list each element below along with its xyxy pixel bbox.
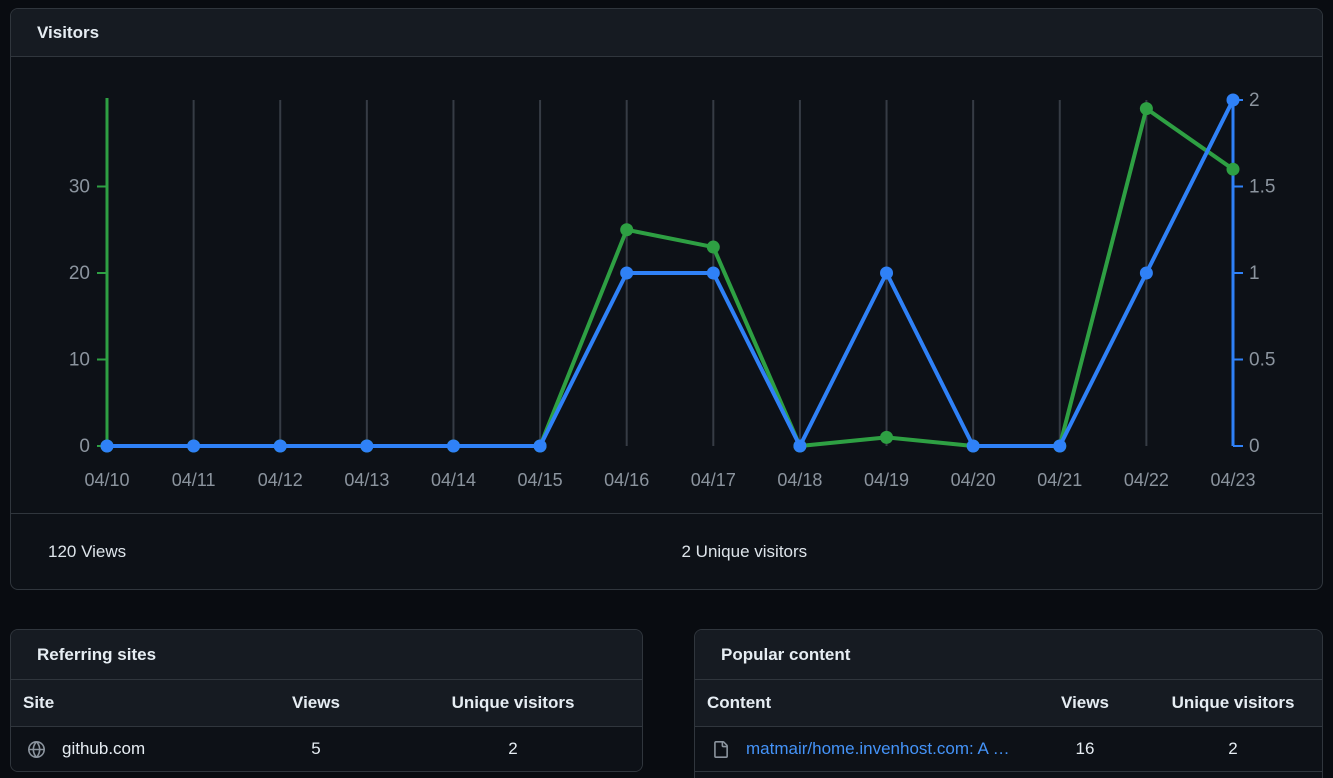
left-axis-tick-label: 10 [69, 350, 90, 371]
x-axis-date-label: 04/10 [84, 470, 129, 490]
unique-visitors-point[interactable] [620, 267, 633, 280]
unique-visitors-point[interactable] [1227, 94, 1240, 107]
popular-content-views: 16 [1026, 739, 1144, 759]
x-axis-date-label: 04/16 [604, 470, 649, 490]
column-header-unique-visitors: Unique visitors [384, 693, 642, 713]
popular-content-header: Popular content [695, 630, 1322, 680]
column-header-site: Site [11, 693, 248, 713]
unique-visitors-point[interactable] [447, 440, 460, 453]
column-header-content: Content [695, 693, 1026, 713]
views-point[interactable] [620, 223, 633, 236]
visitors-card-header: Visitors [11, 9, 1322, 57]
x-axis-date-label: 04/11 [172, 470, 216, 490]
unique-visitors-point[interactable] [793, 440, 806, 453]
visitors-chart-svg[interactable]: 0 10 20 30 0 0.5 1 1.5 2 04/10 04/11 04/12 04/13 04/1… [11, 57, 1322, 513]
referring-site-name: github.com [62, 739, 145, 759]
right-axis-tick-label: 0 [1249, 436, 1260, 457]
column-header-views: Views [248, 693, 384, 713]
left-axis-tick-label: 30 [69, 177, 90, 198]
visitors-title: Visitors [37, 23, 99, 43]
popular-content-link[interactable]: matmair/home.invenhost.com: A … [746, 739, 1010, 759]
x-axis-date-label: 04/15 [518, 470, 563, 490]
unique-visitors-point[interactable] [534, 440, 547, 453]
right-axis-tick-label: 0.5 [1249, 350, 1275, 371]
popular-content-row-cutoff [695, 772, 1322, 778]
unique-visitors-point[interactable] [707, 267, 720, 280]
popular-content-table-header: Content Views Unique visitors [695, 680, 1322, 727]
x-axis-date-label: 04/18 [777, 470, 822, 490]
right-axis-tick-label: 1 [1249, 263, 1260, 284]
unique-visitors-point[interactable] [1053, 440, 1066, 453]
views-point[interactable] [880, 431, 893, 444]
referring-site-row: github.com 5 2 [11, 727, 642, 772]
views-point[interactable] [1140, 102, 1153, 115]
right-axis-tick-label: 2 [1249, 90, 1260, 111]
x-axis-date-label: 04/17 [691, 470, 736, 490]
x-axis-date-label: 04/13 [344, 470, 389, 490]
x-axis-date-label: 04/21 [1037, 470, 1082, 490]
views-line [107, 109, 1233, 446]
x-axis-date-label: 04/14 [431, 470, 476, 490]
unique-visitors-point[interactable] [101, 440, 114, 453]
x-axis-date-label: 04/19 [864, 470, 909, 490]
unique-visitors-point[interactable] [187, 440, 200, 453]
popular-content-title: Popular content [721, 645, 850, 665]
referring-site-unique-visitors: 2 [384, 739, 642, 759]
visitors-card: Visitors 0 10 20 30 0 0.5 1 1.5 2 04/10 04/11 04/12… [10, 8, 1323, 590]
popular-content-row: matmair/home.invenhost.com: A … 16 2 [695, 727, 1322, 772]
unique-visitors-point[interactable] [967, 440, 980, 453]
views-point[interactable] [1227, 163, 1240, 176]
total-views-label: 120 Views [11, 542, 667, 562]
total-unique-visitors-label: 2 Unique visitors [667, 542, 1323, 562]
left-axis-tick-label: 20 [69, 263, 90, 284]
x-axis-date-label: 04/22 [1124, 470, 1169, 490]
right-axis-tick-label: 1.5 [1249, 177, 1275, 198]
globe-icon [28, 741, 45, 758]
x-axis-date-label: 04/20 [951, 470, 996, 490]
popular-content-unique-visitors: 2 [1144, 739, 1322, 759]
left-axis-tick-label: 0 [79, 436, 90, 457]
referring-site-views: 5 [248, 739, 384, 759]
referring-sites-header: Referring sites [11, 630, 642, 680]
referring-sites-table-header: Site Views Unique visitors [11, 680, 642, 727]
file-icon [712, 741, 729, 758]
popular-content-card: Popular content Content Views Unique vis… [694, 629, 1323, 778]
column-header-unique-visitors: Unique visitors [1144, 693, 1322, 713]
referring-sites-card: Referring sites Site Views Unique visito… [10, 629, 643, 772]
x-axis-date-label: 04/12 [258, 470, 303, 490]
unique-visitors-line [107, 100, 1233, 446]
referring-sites-title: Referring sites [37, 645, 156, 665]
unique-visitors-point[interactable] [1140, 267, 1153, 280]
views-point[interactable] [707, 241, 720, 254]
x-axis-date-label: 04/23 [1210, 470, 1255, 490]
unique-visitors-point[interactable] [274, 440, 287, 453]
visitors-chart[interactable]: 0 10 20 30 0 0.5 1 1.5 2 04/10 04/11 04/12 04/13 04/1… [11, 57, 1322, 513]
column-header-views: Views [1026, 693, 1144, 713]
unique-visitors-point[interactable] [360, 440, 373, 453]
visitors-chart-footer: 120 Views 2 Unique visitors [11, 513, 1322, 589]
unique-visitors-point[interactable] [880, 267, 893, 280]
